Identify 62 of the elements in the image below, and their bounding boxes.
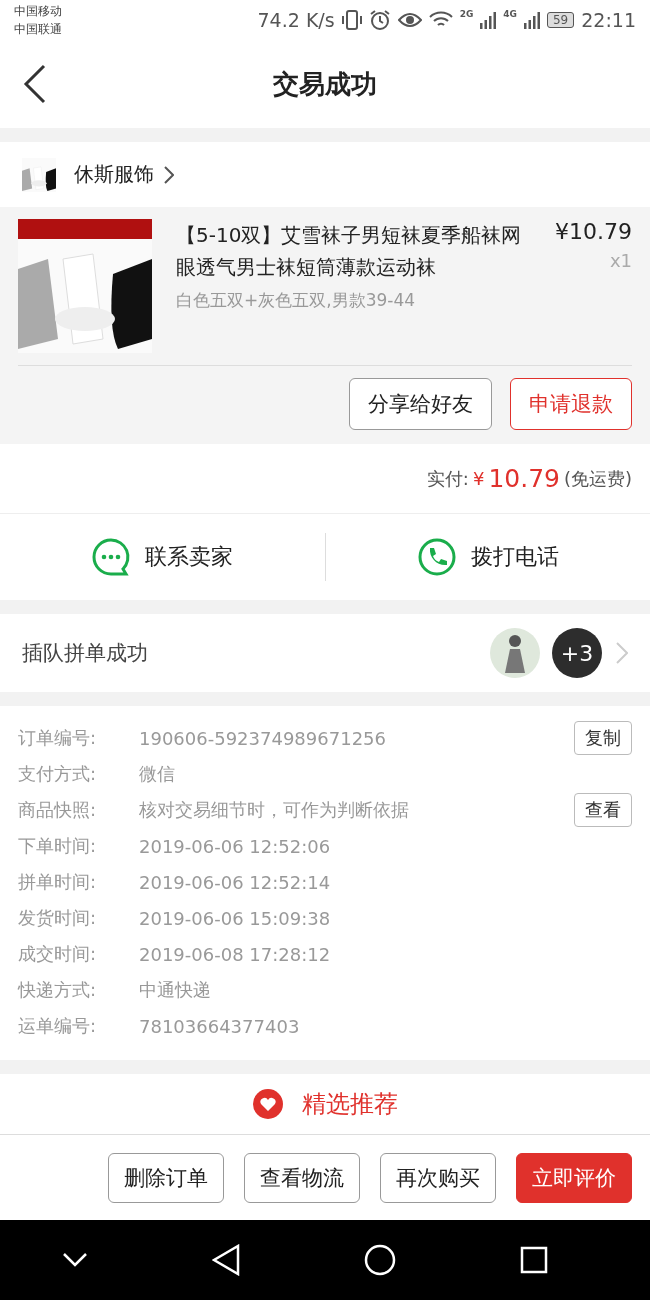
- order-action-button[interactable]: 查看物流: [244, 1152, 360, 1203]
- currency-sign: ¥: [472, 468, 485, 489]
- carrier-name: 中国移动: [14, 3, 62, 20]
- paid-label: 实付:: [426, 466, 469, 491]
- order-action-button[interactable]: 再次购买: [380, 1152, 496, 1203]
- detail-action-button[interactable]: 复制: [574, 721, 632, 755]
- network-speed: 74.2 K/s: [257, 9, 335, 31]
- chevron-right-icon: [164, 165, 174, 184]
- recommend-title: 精选推荐: [302, 1089, 398, 1120]
- clock-time: 22:11: [581, 9, 636, 31]
- recents-icon[interactable]: [520, 1246, 548, 1274]
- order-action-button[interactable]: 立即评价: [516, 1152, 632, 1203]
- product-quantity: x1: [609, 250, 632, 271]
- detail-label: 拼单时间:: [18, 870, 98, 894]
- detail-value: 2019-06-08 17:28:12: [139, 943, 332, 965]
- detail-value: 中通快递: [139, 978, 212, 1002]
- more-members-avatar[interactable]: +3: [552, 628, 602, 678]
- share-button[interactable]: 分享给好友: [349, 378, 492, 430]
- detail-label: 成交时间:: [18, 942, 98, 966]
- detail-value: 核对交易细节时，可作为判断依据: [139, 798, 410, 822]
- avatar: [490, 628, 540, 678]
- detail-label: 订单编号:: [18, 726, 98, 750]
- vibrate-icon: [341, 9, 362, 31]
- signal-icon: [523, 11, 540, 29]
- detail-label: 支付方式:: [18, 762, 98, 786]
- detail-label: 快递方式:: [18, 978, 98, 1002]
- detail-value: 190606-592374989671256: [139, 727, 387, 749]
- detail-value: 2019-06-06 12:52:14: [139, 871, 332, 893]
- call-link[interactable]: 拨打电话: [470, 542, 559, 572]
- back-icon[interactable]: [22, 64, 48, 104]
- phone-icon: [416, 537, 457, 577]
- page-title: 交易成功: [273, 67, 377, 101]
- shop-name[interactable]: 休斯服饰: [74, 161, 154, 188]
- network-type: 4G: [503, 9, 517, 19]
- detail-action-button[interactable]: 查看: [574, 793, 632, 827]
- home-icon[interactable]: [364, 1244, 396, 1276]
- detail-value: 微信: [139, 762, 176, 786]
- chat-icon: [91, 537, 132, 577]
- eye-icon: [397, 11, 422, 29]
- group-status: 插队拼单成功: [22, 640, 149, 667]
- detail-label: 下单时间:: [18, 834, 98, 858]
- detail-label: 发货时间:: [18, 906, 98, 930]
- detail-value: 2019-06-06 12:52:06: [139, 835, 332, 857]
- contact-seller-link[interactable]: 联系卖家: [145, 542, 234, 572]
- carrier-name: 中国联通: [14, 21, 62, 38]
- order-action-button[interactable]: 删除订单: [108, 1152, 224, 1203]
- alarm-icon: [368, 9, 391, 31]
- network-type: 2G: [459, 9, 474, 19]
- battery-level: 59: [546, 12, 575, 28]
- detail-value: 78103664377403: [139, 1015, 301, 1037]
- refund-button[interactable]: 申请退款: [510, 378, 632, 430]
- detail-value: 2019-06-06 15:09:38: [139, 907, 332, 929]
- product-price: ¥10.79: [555, 219, 632, 244]
- detail-label: 运单编号:: [18, 1014, 98, 1038]
- shipping-note: (免运费): [563, 466, 632, 491]
- back-triangle-icon[interactable]: [212, 1244, 240, 1276]
- detail-label: 商品快照:: [18, 798, 98, 822]
- down-icon[interactable]: [62, 1252, 88, 1268]
- product-title[interactable]: 【5-10双】艾雪袜子男短袜夏季船袜网眼透气男士袜短筒薄款运动袜: [176, 219, 531, 283]
- signal-icon: [480, 11, 497, 29]
- product-spec: 白色五双+灰色五双,男款39-44: [176, 289, 417, 312]
- paid-amount: 10.79: [488, 464, 560, 493]
